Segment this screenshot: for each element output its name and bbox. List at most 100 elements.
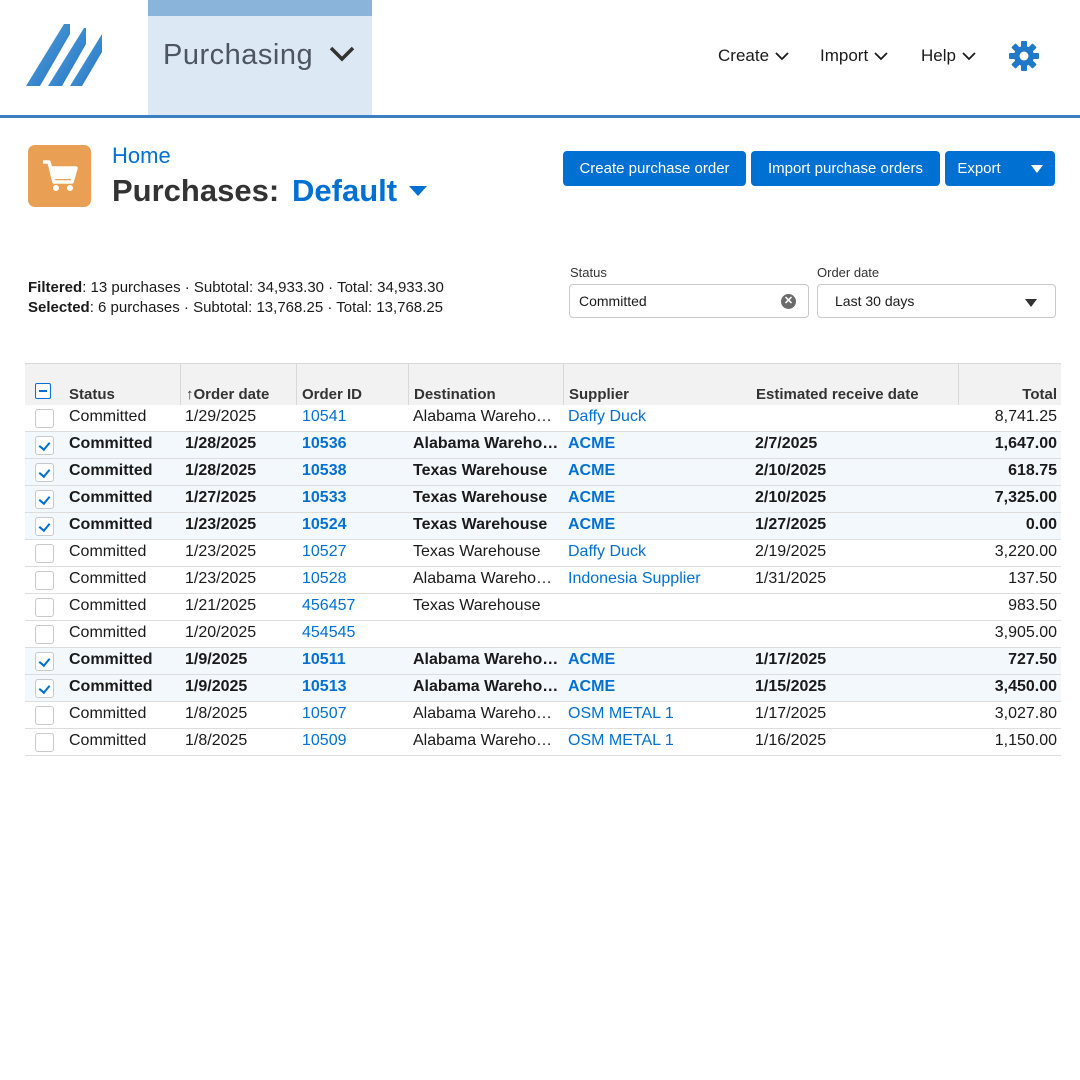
order-id-link[interactable]: 10538 <box>302 462 402 480</box>
row-checkbox[interactable] <box>35 652 54 671</box>
logo-icon[interactable] <box>26 24 106 88</box>
supplier-link[interactable]: OSM METAL 1 <box>568 705 748 723</box>
column-header-order-date[interactable]: ↑Order date <box>186 386 269 403</box>
order-id-link[interactable]: 10507 <box>302 705 402 723</box>
row-checkbox[interactable] <box>35 517 54 536</box>
supplier-link[interactable]: ACME <box>568 435 748 453</box>
order-id-link[interactable]: 10541 <box>302 408 402 426</box>
order-date-cell: 1/21/2025 <box>185 597 257 614</box>
column-divider <box>296 364 297 406</box>
destination-cell: Alabama Wareho… <box>413 408 553 425</box>
supplier-link[interactable]: Daffy Duck <box>568 408 748 426</box>
row-checkbox[interactable] <box>35 598 54 617</box>
destination-cell: Alabama Wareho… <box>413 570 553 587</box>
receive-date-cell: 1/27/2025 <box>755 516 827 533</box>
table-row[interactable]: Committed 1/27/2025 10533 Texas Warehouse AC… <box>25 486 1061 513</box>
order-date-cell: 1/29/2025 <box>185 408 257 425</box>
order-date-cell: 1/27/2025 <box>185 489 257 506</box>
supplier-link[interactable]: OSM METAL 1 <box>568 732 748 750</box>
order-id-link[interactable]: 10527 <box>302 543 402 561</box>
row-checkbox[interactable] <box>35 463 54 482</box>
table-row[interactable]: Committed 1/23/2025 10528 Alabama Wareho… In… <box>25 567 1061 594</box>
order-date-cell: 1/23/2025 <box>185 570 257 587</box>
order-id-link[interactable]: 10513 <box>302 678 402 696</box>
table-row[interactable]: Committed 1/9/2025 10513 Alabama Wareho… ACM… <box>25 675 1061 702</box>
order-date-cell: 1/23/2025 <box>185 543 257 560</box>
table-row[interactable]: Committed 1/28/2025 10538 Texas Warehouse AC… <box>25 459 1061 486</box>
nav-create[interactable]: Create <box>718 46 789 66</box>
order-id-link[interactable]: 10528 <box>302 570 402 588</box>
table-row[interactable]: Committed 1/28/2025 10536 Alabama Wareho… AC… <box>25 432 1061 459</box>
supplier-link[interactable]: ACME <box>568 462 748 480</box>
column-header-total[interactable]: Total <box>1022 386 1057 403</box>
status-cell: Committed <box>69 705 147 722</box>
order-id-link[interactable]: 454545 <box>302 624 402 642</box>
module-switcher[interactable]: Purchasing <box>148 0 372 115</box>
table-row[interactable]: Committed 1/8/2025 10507 Alabama Wareho… OSM… <box>25 702 1061 729</box>
row-checkbox[interactable] <box>35 625 54 644</box>
order-date-filter-value: Last 30 days <box>835 293 915 309</box>
row-checkbox[interactable] <box>35 679 54 698</box>
nav-help[interactable]: Help <box>921 46 976 66</box>
column-header-destination[interactable]: Destination <box>414 386 496 403</box>
caret-down-icon[interactable] <box>409 186 427 196</box>
nav-import[interactable]: Import <box>820 46 888 66</box>
order-id-link[interactable]: 10511 <box>302 651 402 669</box>
supplier-link[interactable]: ACME <box>568 678 748 696</box>
supplier-link[interactable]: Daffy Duck <box>568 543 748 561</box>
destination-cell: Texas Warehouse <box>413 516 548 533</box>
order-date-filter-label: Order date <box>817 265 880 280</box>
table-row[interactable]: Committed 1/21/2025 456457 Texas Warehouse 9… <box>25 594 1061 621</box>
destination-cell: Alabama Wareho… <box>413 651 559 668</box>
order-date-filter-select[interactable]: Last 30 days <box>817 284 1056 318</box>
status-filter-input[interactable]: Committed ✕ <box>569 284 809 318</box>
column-header-order-id[interactable]: Order ID <box>302 386 362 403</box>
import-purchase-orders-button[interactable]: Import purchase orders <box>751 151 940 186</box>
breadcrumb-home[interactable]: Home <box>112 143 171 169</box>
nav-help-label: Help <box>921 46 956 65</box>
gear-icon[interactable] <box>1008 40 1040 72</box>
table-row[interactable]: Committed 1/23/2025 10524 Texas Warehouse AC… <box>25 513 1061 540</box>
row-checkbox[interactable] <box>35 733 54 752</box>
total-cell: 3,220.00 <box>994 543 1057 560</box>
table-row[interactable]: Committed 1/23/2025 10527 Texas Warehouse Da… <box>25 540 1061 567</box>
export-button[interactable]: Export <box>945 151 1055 186</box>
row-checkbox[interactable] <box>35 436 54 455</box>
module-label: Purchasing <box>163 39 314 71</box>
order-date-cell: 1/9/2025 <box>185 678 248 695</box>
row-checkbox[interactable] <box>35 706 54 725</box>
row-checkbox[interactable] <box>35 571 54 590</box>
nav-create-label: Create <box>718 46 770 65</box>
receive-date-cell: 1/17/2025 <box>755 705 827 722</box>
table-row[interactable]: Committed 1/9/2025 10511 Alabama Wareho… ACM… <box>25 648 1061 675</box>
receive-date-cell: 2/10/2025 <box>755 489 827 506</box>
column-header-status[interactable]: Status <box>69 386 115 403</box>
supplier-link[interactable]: ACME <box>568 651 748 669</box>
clear-icon[interactable]: ✕ <box>781 294 796 309</box>
destination-cell: Texas Warehouse <box>413 462 548 479</box>
status-cell: Committed <box>69 543 147 560</box>
order-id-link[interactable]: 10524 <box>302 516 402 534</box>
row-checkbox[interactable] <box>35 490 54 509</box>
supplier-link[interactable]: ACME <box>568 489 748 507</box>
table-row[interactable]: Committed 1/8/2025 10509 Alabama Wareho… OSM… <box>25 729 1061 756</box>
column-header-estimated-receive-date[interactable]: Estimated receive date <box>756 386 919 403</box>
row-checkbox[interactable] <box>35 409 54 428</box>
view-selector[interactable]: Default <box>292 173 397 209</box>
order-id-link[interactable]: 10509 <box>302 732 402 750</box>
supplier-link[interactable]: Indonesia Supplier <box>568 570 748 588</box>
order-id-link[interactable]: 10536 <box>302 435 402 453</box>
order-id-link[interactable]: 456457 <box>302 597 402 615</box>
table-row[interactable]: Committed 1/29/2025 10541 Alabama Wareho… Da… <box>25 405 1061 432</box>
select-all-checkbox[interactable] <box>35 383 51 399</box>
receive-date-cell: 2/10/2025 <box>755 462 827 479</box>
column-divider <box>563 364 564 406</box>
row-checkbox[interactable] <box>35 544 54 563</box>
receive-date-cell: 1/15/2025 <box>755 678 827 695</box>
table-row[interactable]: Committed 1/20/2025 454545 3,905.00 <box>25 621 1061 648</box>
order-date-cell: 1/28/2025 <box>185 435 257 452</box>
supplier-link[interactable]: ACME <box>568 516 748 534</box>
order-id-link[interactable]: 10533 <box>302 489 402 507</box>
create-purchase-order-button[interactable]: Create purchase order <box>563 151 746 186</box>
column-header-supplier[interactable]: Supplier <box>569 386 629 403</box>
